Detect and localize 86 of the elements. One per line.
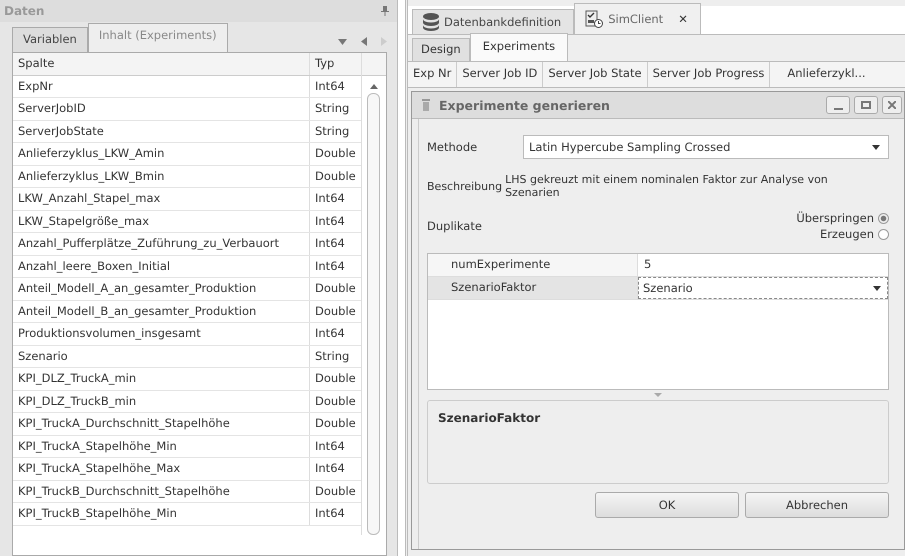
table-cell: Anlieferzyklus_LKW_Bmin [13, 166, 310, 187]
table-cell: KPI_TruckB_Durchschnitt_Stapelhöhe [13, 480, 310, 502]
close-icon [888, 101, 896, 109]
table-cell: KPI_TruckA_Durchschnitt_Stapelhöhe [13, 413, 310, 434]
table-cell-text: Int64 [314, 505, 346, 522]
dropdown-icon [872, 144, 880, 150]
minimize-button[interactable] [826, 96, 850, 114]
table-cell-text: Double [314, 168, 357, 184]
property-dropdown[interactable]: Szenario [638, 277, 888, 299]
radio-option[interactable]: Erzeugen [820, 227, 889, 241]
maximize-icon [861, 101, 871, 109]
table-cell-text: Int64 [314, 438, 346, 454]
table-cell: ExpNr [13, 76, 310, 97]
tab[interactable]: Variablen [12, 27, 88, 52]
field-label: Beschreibung [427, 180, 502, 192]
table-cell: KPI_TruckA_Stapelhöhe_Min [13, 436, 310, 457]
table-cell-text: Double [314, 392, 357, 410]
table-cell-text: Double [314, 280, 357, 297]
method-dropdown[interactable]: Latin Hypercube Sampling Crossed [523, 135, 889, 159]
description-text: LHS gekreuzt mit einem nominalen Faktor zur Analyse von Szenarien [505, 173, 829, 199]
column-header[interactable]: Exp Nr [408, 62, 458, 87]
scrollbar-thumb[interactable] [367, 93, 380, 535]
column-header[interactable]: Spalte [13, 53, 310, 74]
table-cell: Produktionsvolumen_insgesamt [13, 323, 310, 344]
minimize-icon [834, 108, 842, 110]
table-cell-text: Double [314, 145, 357, 162]
trash-icon [422, 99, 430, 111]
property-value[interactable]: 5 [638, 254, 888, 276]
left-arrow-icon[interactable] [361, 37, 367, 46]
column-header[interactable]: Anlieferzykl... [770, 62, 871, 87]
table-cell: Anteil_Modell_A_an_gesamter_Produktion [13, 278, 310, 300]
table-cell-text: Double [314, 482, 357, 500]
table-cell: KPI_DLZ_TruckB_min [13, 390, 310, 412]
table-cell: Anzahl_leere_Boxen_Initial [13, 256, 310, 277]
table-cell-text: Double [314, 370, 357, 387]
table-cell: KPI_DLZ_TruckA_min [13, 368, 310, 390]
table-cell: KPI_TruckA_Stapelhöhe_Max [13, 458, 310, 480]
field-label: Duplikate [427, 219, 483, 233]
table-cell-text: Int64 [314, 325, 346, 342]
dialog-title: Experimente generieren [439, 98, 610, 112]
splitter-icon[interactable] [654, 393, 662, 397]
table-cell-text: Int64 [314, 235, 346, 252]
dropdown-icon [873, 286, 881, 290]
table-cell: LKW_Stapelgröße_max [13, 210, 310, 232]
table-cell: Anzahl_Pufferplätze_Zuführung_zu_Verbauort [13, 233, 310, 254]
table-cell-text: Int64 [314, 212, 346, 230]
tab[interactable]: Design [412, 38, 470, 61]
table-cell-text: Int64 [314, 460, 346, 477]
table-cell-text: String [314, 122, 350, 140]
cancel-button[interactable]: Abbrechen [745, 492, 889, 518]
field-label: Methode [427, 140, 478, 154]
dropdown-icon[interactable] [338, 38, 347, 44]
tab[interactable]: Experiments [470, 33, 568, 61]
radio-option[interactable]: Überspringen [796, 211, 889, 225]
table-cell-text: Int64 [314, 190, 346, 207]
database-icon [423, 13, 439, 31]
table-cell: Anlieferzyklus_LKW_Amin [13, 143, 310, 164]
close-icon[interactable]: ✕ [678, 12, 688, 26]
table-cell-text: Int64 [314, 78, 346, 94]
help-title: SzenarioFaktor [438, 411, 540, 425]
checklist-icon [585, 10, 604, 28]
column-header[interactable]: Server Job Progress [648, 62, 770, 87]
document-tab[interactable]: Datenbankdefinition [412, 9, 574, 34]
table-cell: KPI_TruckB_Stapelhöhe_Min [13, 503, 310, 524]
column-header[interactable]: Typ [310, 53, 361, 74]
scroll-up-icon[interactable] [370, 84, 378, 89]
table-cell: ServerJobState [13, 120, 310, 142]
table-cell-text: Int64 [314, 258, 346, 274]
radio-button[interactable] [878, 212, 889, 224]
panel-title: Daten [4, 4, 44, 18]
table-cell-text: Double [314, 302, 357, 320]
column-header[interactable]: Server Job ID [457, 62, 544, 87]
pin-icon[interactable] [381, 6, 389, 16]
table-cell-text: String [314, 348, 350, 364]
maximize-button[interactable] [854, 96, 878, 114]
table-cell-text: Double [314, 415, 357, 432]
table-cell: ServerJobID [13, 98, 310, 120]
radio-button[interactable] [878, 228, 889, 240]
close-button[interactable] [882, 96, 902, 114]
table-cell: LKW_Anzahl_Stapel_max [13, 188, 310, 210]
table-cell-text: String [314, 100, 350, 117]
ok-button[interactable]: OK [595, 492, 739, 518]
table-cell: Szenario [13, 346, 310, 367]
document-tab[interactable]: SimClient ✕ [574, 3, 701, 34]
column-header[interactable]: Server Job State [543, 62, 648, 87]
table-cell: Anteil_Modell_B_an_gesamter_Produktion [13, 300, 310, 322]
